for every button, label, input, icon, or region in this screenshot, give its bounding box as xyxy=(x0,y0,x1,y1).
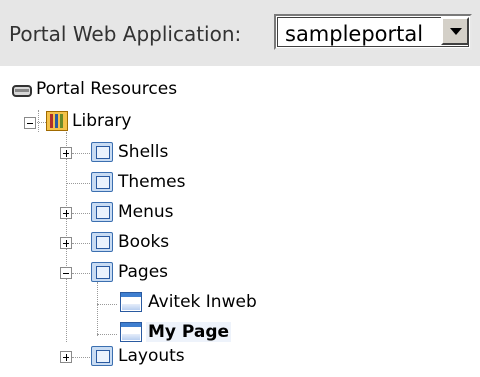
collapse-pages-icon[interactable] xyxy=(60,267,72,279)
tree-connector xyxy=(72,243,90,244)
books-icon xyxy=(91,232,113,252)
tree-node-themes[interactable]: Themes xyxy=(118,172,186,192)
tree-connector xyxy=(97,282,98,336)
expand-books-icon[interactable] xyxy=(60,237,72,249)
expand-menus-icon[interactable] xyxy=(60,207,72,219)
pages-icon xyxy=(91,262,113,282)
tree-connector xyxy=(97,304,117,305)
app-selector-bar: Portal Web Application: sampleportal xyxy=(0,0,480,66)
tree-node-layouts[interactable]: Layouts xyxy=(118,346,185,366)
tree-connector xyxy=(66,183,90,184)
portal-web-application-dropdown[interactable]: sampleportal xyxy=(274,14,472,50)
tree-node-menus[interactable]: Menus xyxy=(118,202,174,222)
shells-icon xyxy=(91,142,113,162)
tree-node-books[interactable]: Books xyxy=(118,232,169,252)
tree-node-shells[interactable]: Shells xyxy=(118,142,168,162)
chevron-down-icon[interactable] xyxy=(441,17,469,45)
portal-resources-icon xyxy=(12,85,32,97)
expand-layouts-icon[interactable] xyxy=(60,351,72,363)
portal-resources-tree: Portal Resources Library Shells Themes M… xyxy=(0,66,480,377)
expand-shells-icon[interactable] xyxy=(60,147,72,159)
my-page-page-icon xyxy=(120,322,142,342)
collapse-library-icon[interactable] xyxy=(24,117,36,129)
avitek-inweb-page-icon xyxy=(120,292,142,312)
library-icon xyxy=(46,111,68,131)
dropdown-selected-value: sampleportal xyxy=(285,22,424,46)
tree-connector xyxy=(72,213,90,214)
tree-node-portal-resources[interactable]: Portal Resources xyxy=(36,79,177,99)
tree-connector xyxy=(72,357,90,358)
tree-connector xyxy=(97,334,117,335)
themes-icon xyxy=(91,172,113,192)
tree-node-library[interactable]: Library xyxy=(72,111,131,131)
tree-connector xyxy=(72,273,90,274)
tree-node-pages[interactable]: Pages xyxy=(118,262,168,282)
layouts-icon xyxy=(91,346,113,366)
tree-connector xyxy=(38,110,39,132)
portal-web-application-label: Portal Web Application: xyxy=(9,22,242,46)
tree-node-avitek-inweb[interactable]: Avitek Inweb xyxy=(148,292,257,312)
tree-connector xyxy=(72,153,90,154)
menus-icon xyxy=(91,202,113,222)
tree-node-my-page[interactable]: My Page xyxy=(146,322,232,342)
